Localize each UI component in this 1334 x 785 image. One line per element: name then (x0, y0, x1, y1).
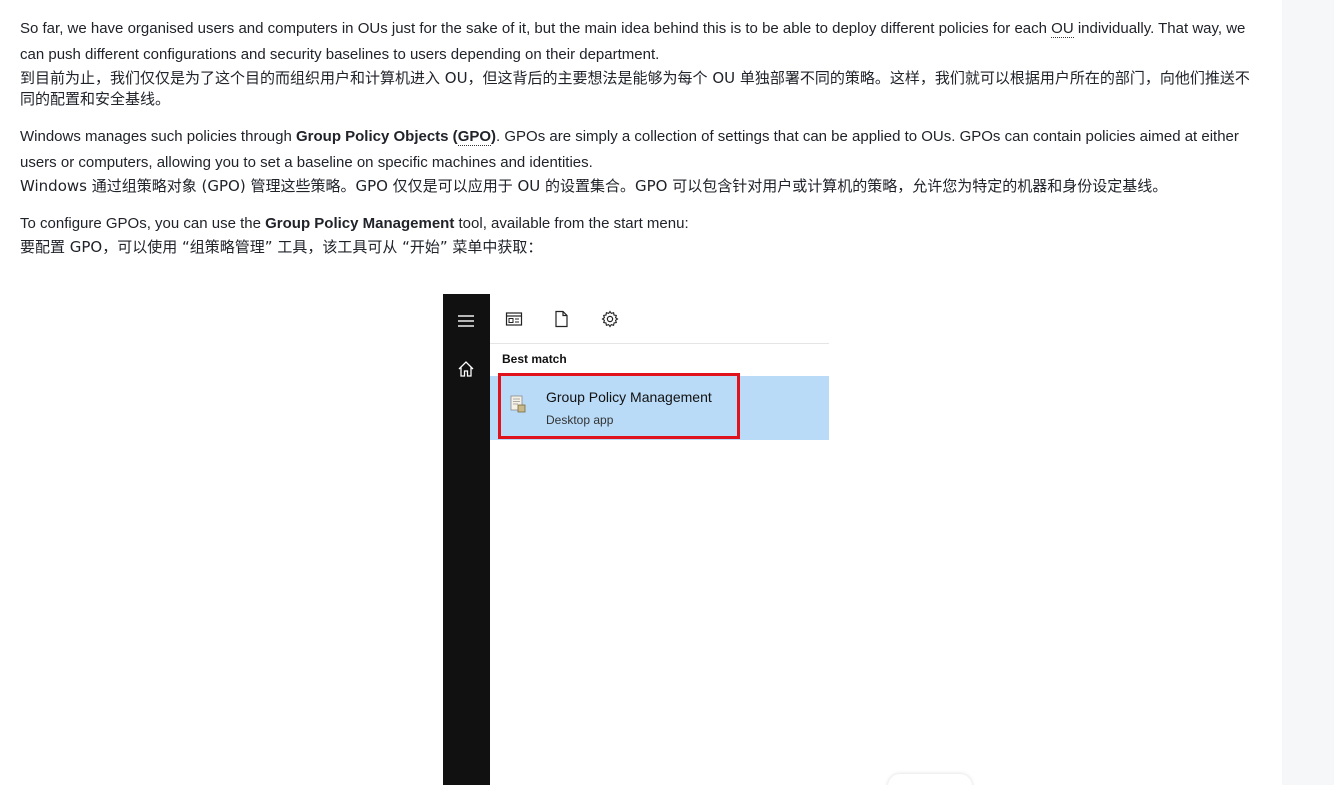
apps-icon[interactable] (505, 310, 523, 328)
best-match-label: Best match (502, 352, 567, 366)
paragraph-ou-policies: So far, we have organised users and comp… (20, 16, 1260, 110)
start-menu-toolbar (490, 294, 829, 344)
translation-configure-gpo: 要配置 GPO，可以使用 “组策略管理” 工具，该工具可从 “开始” 菜单中获取… (20, 238, 543, 256)
paragraph-configure-gpo: To configure GPOs, you can use the Group… (20, 211, 1260, 258)
article-content: So far, we have organised users and comp… (20, 16, 1260, 272)
home-icon[interactable] (456, 359, 476, 379)
abbr-ou[interactable]: OU (1051, 20, 1074, 38)
abbr-gpo[interactable]: GPO (457, 128, 492, 146)
highlight-box (498, 373, 740, 439)
document-icon[interactable] (552, 310, 570, 328)
translation-gpo: Windows 通过组策略对象 (GPO) 管理这些策略。GPO 仅仅是可以应用… (20, 177, 1168, 195)
hamburger-menu-icon[interactable] (456, 311, 476, 331)
floating-toolbar[interactable] (888, 774, 972, 785)
page-right-margin (1282, 0, 1334, 785)
translation-ou-policies: 到目前为止，我们仅仅是为了这个目的而组织用户和计算机进入 OU，但这背后的主要想… (20, 69, 1250, 108)
gear-icon[interactable] (601, 310, 619, 328)
start-menu-rail (443, 294, 490, 785)
paragraph-gpo: Windows manages such policies through Gr… (20, 124, 1260, 197)
start-menu-screenshot: Best match Group Policy Management Deskt… (443, 294, 829, 785)
